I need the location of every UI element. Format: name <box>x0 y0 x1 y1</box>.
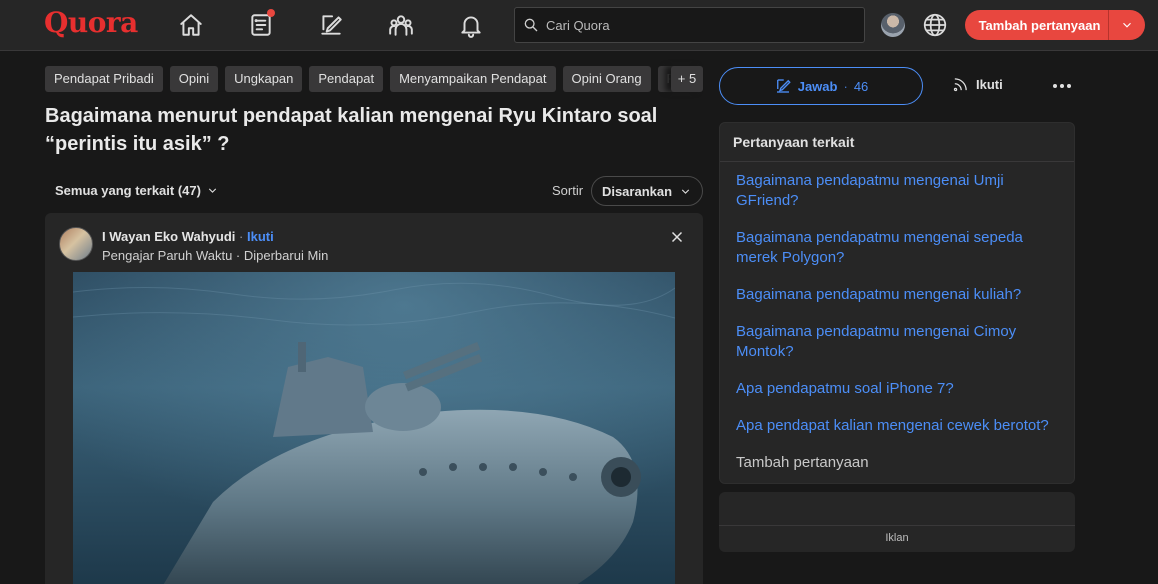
notifications-icon[interactable] <box>456 10 486 40</box>
chevron-down-icon <box>208 188 217 193</box>
related-question-link[interactable]: Bagaimana pendapatmu mengenai sepeda mer… <box>736 228 1058 268</box>
answer-button[interactable]: Jawab · 46 <box>719 67 923 105</box>
topic-chip[interactable]: Opini Orang <box>562 66 651 92</box>
answer-label: Jawab <box>797 78 838 94</box>
topic-chip[interactable]: Opini <box>169 66 219 92</box>
chevron-down-icon[interactable] <box>1109 18 1145 32</box>
related-questions-title: Pertanyaan terkait <box>720 123 1074 162</box>
answer-count: 46 <box>853 78 869 94</box>
answer-pencil-icon <box>776 79 791 93</box>
chevron-down-icon <box>681 188 690 194</box>
profile-avatar[interactable] <box>881 13 905 37</box>
more-options-icon[interactable] <box>1050 78 1074 94</box>
related-questions-panel: Pertanyaan terkait Bagaimana pendapatmu … <box>719 122 1075 484</box>
answer-separator: · <box>843 78 848 94</box>
search-icon <box>524 18 538 32</box>
related-question-link[interactable]: Bagaimana pendapatmu mengenai Umji GFrie… <box>736 171 1058 211</box>
home-icon[interactable] <box>176 10 206 40</box>
answers-filter-row: Semua yang terkait (47) Sortir Disaranka… <box>45 176 703 206</box>
spaces-icon[interactable] <box>386 10 416 40</box>
author-credential: Pengajar Paruh Waktu · Diperbarui Min <box>102 248 329 263</box>
add-question-label[interactable]: Tambah pertanyaan <box>965 18 1108 33</box>
topic-chip[interactable]: Pendapat Pribadi <box>45 66 163 92</box>
add-question-link[interactable]: Tambah pertanyaan <box>736 453 1058 473</box>
language-globe-icon[interactable] <box>922 12 948 38</box>
top-navigation-bar: Quora Tambah pertanyaan <box>0 0 1158 51</box>
follow-author-link[interactable]: Ikuti <box>247 229 274 244</box>
notification-dot <box>267 9 275 17</box>
related-question-link[interactable]: Bagaimana pendapatmu mengenai Cimoy Mont… <box>736 322 1058 362</box>
more-dot <box>1060 84 1064 88</box>
more-dot <box>1053 84 1057 88</box>
sort-label: Sortir <box>552 183 584 198</box>
answer-icon[interactable] <box>316 10 346 40</box>
submarine-illustration[interactable] <box>73 272 675 584</box>
topic-chip[interactable]: Menyampaikan Pendapat <box>390 66 556 92</box>
add-question-button[interactable]: Tambah pertanyaan <box>965 10 1145 40</box>
all-related-dropdown[interactable]: Semua yang terkait (47) <box>55 183 219 198</box>
follow-label: Ikuti <box>976 77 1003 92</box>
ad-panel: Iklan <box>719 492 1075 552</box>
related-questions-list: Bagaimana pendapatmu mengenai Umji GFrie… <box>720 162 1074 473</box>
author-line: I Wayan Eko Wahyudi · Ikuti <box>102 229 274 244</box>
separator-dot: · <box>239 229 244 244</box>
answer-card: I Wayan Eko Wahyudi · Ikuti Pengajar Par… <box>45 213 703 584</box>
follow-question-button[interactable]: Ikuti <box>952 76 1003 93</box>
sort-value: Disarankan <box>601 183 673 199</box>
quora-logo[interactable]: Quora <box>44 6 138 39</box>
all-related-label: Semua yang terkait (47) <box>55 183 201 198</box>
question-title: Bagaimana menurut pendapat kalian mengen… <box>45 105 658 155</box>
author-avatar[interactable] <box>59 227 93 261</box>
ad-divider <box>719 525 1075 526</box>
related-question-link[interactable]: Apa pendapatmu soal iPhone 7? <box>736 379 1058 399</box>
topic-chips: Pendapat Pribadi Opini Ungkapan Pendapat… <box>45 66 703 92</box>
related-question-link[interactable]: Bagaimana pendapatmu mengenai kuliah? <box>736 285 1058 305</box>
related-question-link[interactable]: Apa pendapat kalian mengenai cewek berot… <box>736 416 1058 436</box>
rss-follow-icon <box>953 78 967 92</box>
search-box[interactable] <box>514 7 865 43</box>
author-name[interactable]: I Wayan Eko Wahyudi <box>102 229 235 244</box>
topic-chip[interactable]: Ungkapan <box>225 66 303 92</box>
following-icon[interactable] <box>246 9 276 40</box>
sort-dropdown[interactable]: Disarankan <box>591 176 703 206</box>
search-input[interactable] <box>546 17 846 33</box>
topic-chip[interactable]: Pendapat <box>309 66 384 92</box>
close-icon[interactable] <box>668 228 686 246</box>
more-topics-button[interactable]: + 5 <box>671 66 703 92</box>
ad-label: Iklan <box>885 532 909 544</box>
more-dot <box>1067 84 1071 88</box>
